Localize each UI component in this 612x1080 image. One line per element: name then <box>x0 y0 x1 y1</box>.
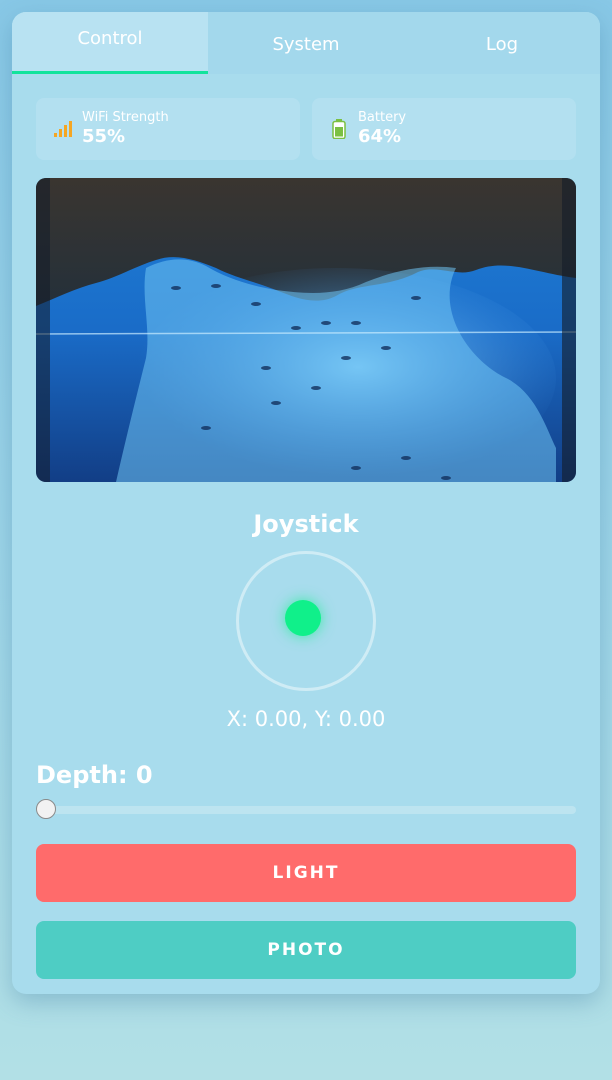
signal-bars-icon <box>52 118 74 140</box>
tab-system-label: System <box>272 33 340 55</box>
depth-label: Depth: 0 <box>36 761 153 789</box>
depth-slider-thumb[interactable] <box>36 799 56 819</box>
joystick-knob[interactable] <box>285 600 321 636</box>
battery-value: 64% <box>358 126 402 147</box>
joystick-coordinates: X: 0.00, Y: 0.00 <box>226 707 386 731</box>
wifi-stat: WiFi Strength 55% <box>36 98 300 160</box>
wifi-label: WiFi Strength <box>82 110 169 125</box>
tab-control[interactable]: Control <box>12 12 208 74</box>
depth-slider-track[interactable] <box>36 806 576 814</box>
wifi-value: 55% <box>82 126 126 147</box>
camera-feed <box>36 178 576 482</box>
photo-button[interactable]: PHOTO <box>36 921 576 979</box>
light-button[interactable]: LIGHT <box>36 844 576 902</box>
tab-control-label: Control <box>77 28 143 49</box>
depth-slider[interactable] <box>36 798 576 822</box>
status-row: WiFi Strength 55% Battery 64% <box>36 98 576 160</box>
battery-icon <box>328 118 350 140</box>
battery-label: Battery <box>358 110 407 125</box>
app-card: Control System Log WiFi Strength 55% Bat… <box>12 12 600 994</box>
battery-stat: Battery 64% <box>312 98 576 160</box>
underwater-scene-image <box>36 178 576 482</box>
tab-system[interactable]: System <box>208 12 404 74</box>
tab-log[interactable]: Log <box>404 12 600 74</box>
tab-bar: Control System Log <box>12 12 600 74</box>
joystick-pad[interactable] <box>236 551 376 691</box>
joystick-title: Joystick <box>253 510 359 538</box>
tab-log-label: Log <box>485 33 519 55</box>
